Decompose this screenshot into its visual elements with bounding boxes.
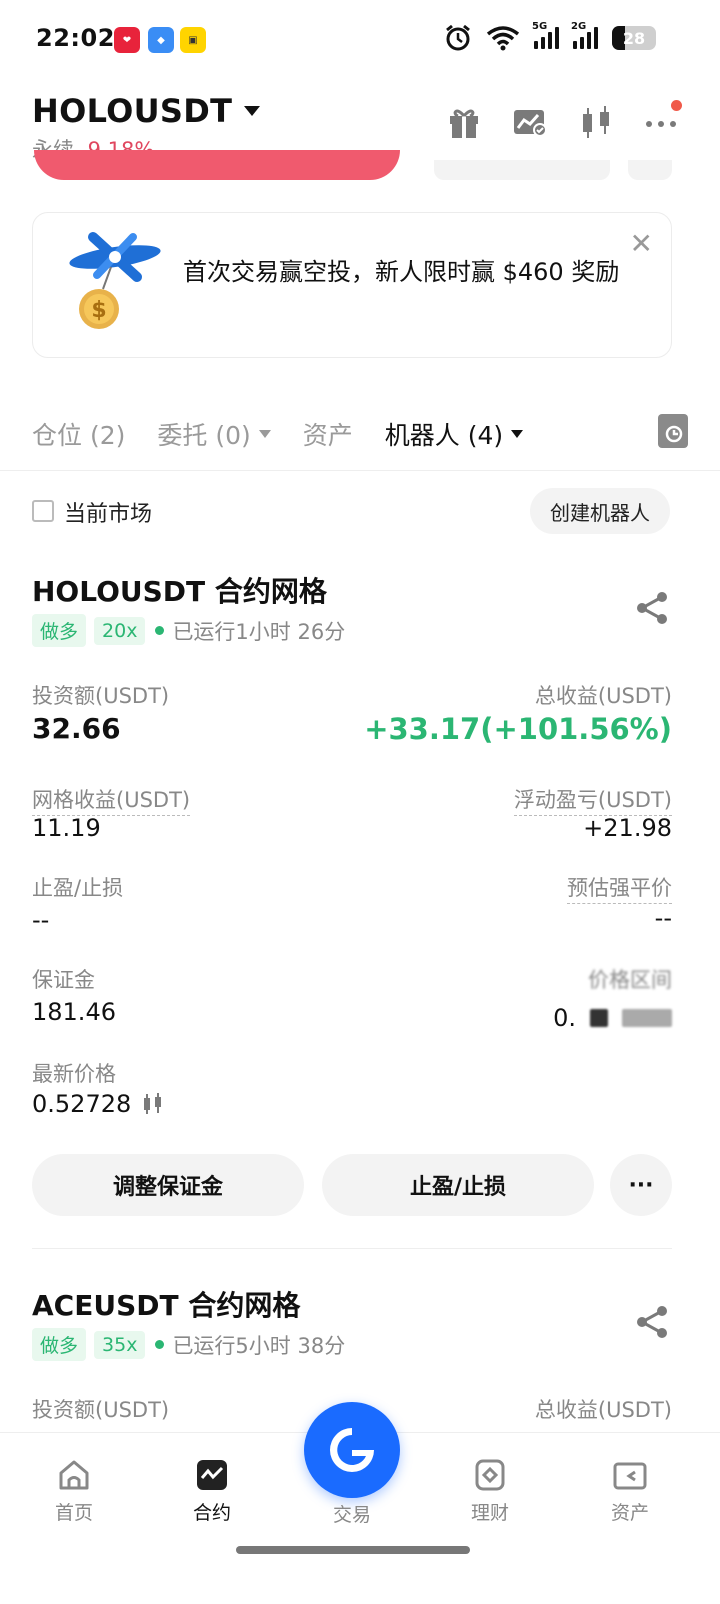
- divider: [32, 1248, 672, 1249]
- nav-assets[interactable]: 资产: [570, 1458, 690, 1525]
- header-actions: [446, 100, 682, 140]
- last-price-row: 0.52728: [32, 1090, 165, 1118]
- leverage-badge: 20x: [94, 616, 146, 645]
- bot-tags: 做多 35x 已运行5小时 38分: [32, 1328, 345, 1361]
- current-market-label: 当前市场: [64, 502, 153, 527]
- redacted: [590, 1009, 608, 1027]
- chevron-down-icon: [511, 430, 524, 438]
- cellular-signal-icon: 5G: [532, 21, 559, 49]
- tab-orders[interactable]: 委托 (0): [157, 416, 271, 452]
- cellular-signal-icon: 2G: [571, 21, 598, 49]
- chart-settings-icon[interactable]: [512, 104, 548, 140]
- symbol-selector[interactable]: HOLOUSDT: [32, 92, 261, 130]
- bot-title[interactable]: HOLOUSDT 合约网格: [32, 570, 327, 610]
- last-price-label: 最新价格: [32, 1062, 116, 1086]
- total-pnl-value: +33.17(+101.56%): [364, 712, 672, 746]
- home-icon: [59, 1460, 89, 1490]
- bot-title[interactable]: ACEUSDT 合约网格: [32, 1284, 300, 1324]
- banner-text: 首次交易赢空投，新人限时赢 $460 奖励: [183, 258, 620, 286]
- airdrop-coin-icon: $: [69, 232, 161, 329]
- promo-banner[interactable]: $ 首次交易赢空投，新人限时赢 $460 奖励 ✕: [32, 212, 672, 358]
- nav-trade[interactable]: 交易: [292, 1500, 412, 1527]
- history-doc-icon[interactable]: [658, 414, 688, 448]
- side-badge: 做多: [32, 1328, 87, 1361]
- investment-value: 32.66: [32, 712, 121, 745]
- trade-logo-icon: [330, 1428, 374, 1472]
- liq-price-value: --: [654, 904, 672, 932]
- tab-bots[interactable]: 机器人 (4): [385, 416, 524, 452]
- app-notification-icon: ❤: [114, 27, 140, 53]
- input-partial: [434, 160, 610, 180]
- price-range-value: 0.: [553, 1004, 672, 1032]
- create-bot-button[interactable]: 创建机器人: [530, 488, 670, 534]
- svg-text:$: $: [91, 298, 106, 323]
- side-badge: 做多: [32, 614, 87, 647]
- chevron-down-icon: [258, 430, 271, 438]
- floating-pnl-value: +21.98: [583, 814, 672, 842]
- margin-value: 181.46: [32, 998, 116, 1026]
- nav-futures[interactable]: 合约: [152, 1458, 272, 1525]
- candlestick-icon[interactable]: [578, 104, 614, 140]
- liq-price-label[interactable]: 预估强平价: [567, 872, 672, 904]
- share-icon[interactable]: [634, 590, 670, 626]
- grid-pnl-value: 11.19: [32, 814, 101, 842]
- nav-home[interactable]: 首页: [14, 1458, 134, 1525]
- more-button[interactable]: ···: [610, 1154, 672, 1216]
- runtime: 已运行5小时 38分: [172, 1333, 346, 1358]
- runtime: 已运行1小时 26分: [172, 619, 346, 644]
- price-range-label: 价格区间: [588, 968, 672, 992]
- running-status-dot: [155, 626, 165, 635]
- wallet-icon: [613, 1462, 647, 1490]
- tpsl-value: --: [32, 906, 50, 934]
- adjust-margin-button[interactable]: 调整保证金: [32, 1154, 304, 1216]
- trade-button[interactable]: [304, 1402, 400, 1498]
- wifi-icon: [486, 26, 520, 51]
- last-price-value: 0.52728: [32, 1090, 132, 1118]
- investment-label: 投资额(USDT): [32, 684, 170, 708]
- redacted: [622, 1009, 672, 1027]
- gift-icon[interactable]: [446, 104, 482, 140]
- margin-label: 保证金: [32, 968, 95, 992]
- close-icon[interactable]: ✕: [630, 227, 653, 260]
- earn-icon: [475, 1459, 505, 1491]
- status-bar: 22:02 ❤ ◆ ▣ 5G 2G 28: [0, 0, 720, 80]
- indicator-partial: [628, 160, 672, 180]
- app-notification-icon: ▣: [180, 27, 206, 53]
- position-tabs: 仓位 (2) 委托 (0) 资产 机器人 (4): [32, 412, 688, 456]
- candlestick-icon[interactable]: [141, 1092, 165, 1116]
- status-time: 22:02: [36, 24, 115, 52]
- bot-tags: 做多 20x 已运行1小时 26分: [32, 614, 345, 647]
- status-icons: 5G 2G 28: [444, 21, 656, 52]
- sell-button-partial[interactable]: [34, 150, 400, 180]
- notification-dot: [671, 100, 682, 111]
- divider: [0, 470, 720, 471]
- futures-icon: [197, 1460, 227, 1490]
- share-icon[interactable]: [634, 1304, 670, 1340]
- alarm-icon: [446, 24, 470, 51]
- tab-positions[interactable]: 仓位 (2): [32, 416, 125, 452]
- more-menu-icon[interactable]: [644, 100, 682, 140]
- grid-pnl-label[interactable]: 网格收益(USDT): [32, 784, 191, 816]
- leverage-badge: 35x: [94, 1330, 146, 1359]
- tpsl-button[interactable]: 止盈/止损: [322, 1154, 594, 1216]
- total-pnl-label: 总收益(USDT): [534, 684, 672, 708]
- tab-assets[interactable]: 资产: [303, 416, 353, 452]
- chevron-down-icon: [244, 106, 261, 116]
- total-pnl-label: 总收益(USDT): [534, 1398, 672, 1422]
- running-status-dot: [155, 1340, 165, 1349]
- symbol-name: HOLOUSDT: [32, 92, 233, 130]
- app-notification-icon: ◆: [148, 27, 174, 53]
- current-market-checkbox[interactable]: [32, 500, 54, 522]
- tpsl-label: 止盈/止损: [32, 876, 124, 900]
- investment-label: 投资额(USDT): [32, 1398, 170, 1422]
- home-indicator[interactable]: [236, 1546, 470, 1554]
- nav-earn[interactable]: 理财: [430, 1458, 550, 1525]
- floating-pnl-label[interactable]: 浮动盈亏(USDT): [513, 784, 672, 816]
- battery-icon: 28: [612, 26, 656, 50]
